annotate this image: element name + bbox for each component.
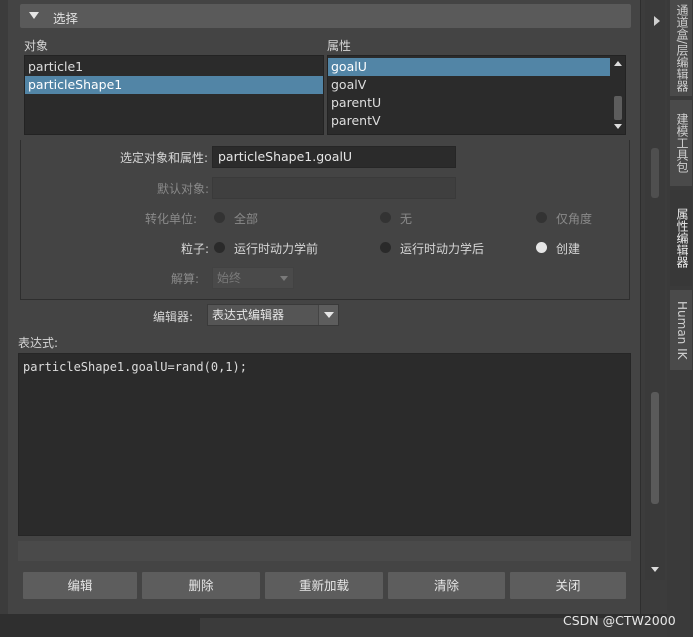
units-none-radio	[380, 212, 391, 223]
tab-channel-box[interactable]: 通道盒/层编辑器	[670, 0, 692, 96]
particle-after-label: 运行时动力学后	[400, 242, 485, 256]
attribute-list[interactable]: goalU goalV parentU parentV	[327, 55, 626, 135]
particle-label: 粒子:	[181, 242, 210, 256]
attribute-item-selected[interactable]: goalU	[328, 58, 610, 76]
attributes-label: 属性	[327, 39, 352, 53]
expression-code-text: particleShape1.goalU=rand(0,1);	[23, 360, 247, 374]
dropdown-arrow-icon	[324, 312, 334, 318]
watermark: CSDN @CTW2000	[563, 613, 676, 628]
default-object-field	[212, 177, 456, 199]
attribute-list-scrollbar[interactable]	[611, 56, 625, 134]
section-header[interactable]: 选择	[20, 4, 631, 28]
close-button[interactable]: 关闭	[510, 572, 626, 599]
editor-dropdown[interactable]: 表达式编辑器	[207, 304, 339, 326]
status-strip	[18, 541, 631, 561]
section-title: 选择	[53, 11, 79, 26]
object-list[interactable]: particle1 particleShape1	[24, 55, 324, 135]
expand-arrow-icon[interactable]	[654, 16, 660, 26]
delete-button[interactable]: 删除	[142, 572, 260, 599]
editor-dropdown-button[interactable]	[318, 305, 338, 325]
scroll-up-icon[interactable]	[614, 61, 622, 66]
reload-button[interactable]: 重新加载	[265, 572, 383, 599]
particle-creation-radio[interactable]	[536, 242, 547, 253]
particle-after-radio[interactable]	[380, 242, 391, 253]
particle-creation-label: 创建	[556, 242, 581, 256]
evaluation-dropdown: 始终	[212, 267, 294, 289]
collapse-arrow-icon[interactable]	[29, 12, 39, 19]
expression-code-area[interactable]: particleShape1.goalU=rand(0,1);	[18, 353, 631, 536]
units-none-label: 无	[400, 212, 413, 226]
evaluation-label: 解算:	[171, 272, 200, 286]
particle-before-label: 运行时动力学前	[234, 242, 319, 256]
default-object-label: 默认对象:	[157, 182, 210, 196]
main-scrollbar[interactable]	[645, 0, 665, 580]
selected-object-attr-field[interactable]: particleShape1.goalU	[212, 146, 456, 168]
objects-label: 对象	[24, 39, 49, 53]
dropdown-arrow-icon	[280, 276, 288, 281]
units-angular-label: 仅角度	[556, 212, 593, 226]
units-all-label: 全部	[234, 212, 259, 226]
attribute-item[interactable]: parentV	[328, 112, 625, 130]
evaluation-value: 始终	[217, 271, 242, 285]
tab-attribute-editor[interactable]: 属性编辑器	[670, 190, 692, 286]
attribute-item[interactable]: goalV	[328, 76, 625, 94]
editor-label: 编辑器:	[153, 310, 194, 324]
attribute-item[interactable]: parentU	[328, 94, 625, 112]
units-angular-radio	[536, 212, 547, 223]
scrollbar-upper-thumb[interactable]	[651, 148, 659, 198]
convert-units-label: 转化单位:	[145, 212, 198, 226]
editor-value: 表达式编辑器	[212, 308, 285, 322]
edit-button[interactable]: 编辑	[23, 572, 137, 599]
clear-button[interactable]: 清除	[388, 572, 505, 599]
units-all-radio	[214, 212, 225, 223]
scroll-down-icon[interactable]	[614, 124, 622, 129]
scrollbar-thumb[interactable]	[651, 392, 659, 504]
scroll-down-icon[interactable]	[651, 567, 659, 572]
tab-modeling-toolkit[interactable]: 建模工具包	[670, 100, 692, 186]
scrollbar-thumb[interactable]	[614, 96, 622, 120]
particle-before-radio[interactable]	[214, 242, 225, 253]
tab-human-ik[interactable]: Human IK	[670, 290, 692, 370]
selected-object-attr-label: 选定对象和属性:	[120, 151, 209, 165]
object-item-selected[interactable]: particleShape1	[25, 76, 323, 94]
object-item[interactable]: particle1	[25, 58, 323, 76]
expression-label: 表达式:	[18, 336, 59, 350]
